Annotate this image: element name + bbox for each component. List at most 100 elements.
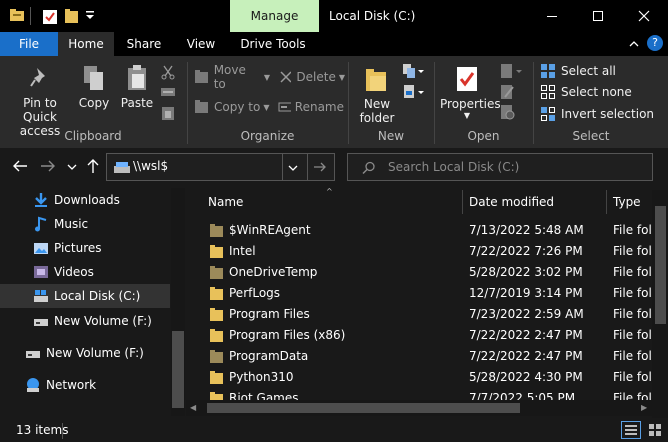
rename-button[interactable]: Rename — [278, 97, 344, 117]
sidebar-item-label: Videos — [54, 265, 94, 279]
table-row[interactable]: OneDriveTemp 5/28/2022 3:02 PM File fol — [200, 262, 651, 283]
help-icon[interactable]: ? — [647, 35, 663, 51]
customize-quick-access-icon[interactable] — [85, 9, 95, 21]
scroll-left-icon[interactable]: ◀ — [190, 403, 196, 412]
new-folder-button[interactable]: New folder — [354, 62, 400, 126]
pin-to-quick-access-button[interactable]: Pin to Quick access — [5, 62, 75, 138]
details-view-button[interactable] — [621, 421, 641, 439]
table-row[interactable]: ProgramData 7/22/2022 2:47 PM File fol — [200, 346, 651, 367]
clipboard-group-label: Clipboard — [64, 129, 122, 143]
table-row[interactable]: Intel 7/22/2022 7:26 PM File fol — [200, 241, 651, 262]
address-bar[interactable]: \\wsl$ — [106, 153, 335, 181]
sidebar-item-new-volume-f[interactable]: New Volume (F:) — [0, 309, 170, 333]
maximize-button[interactable] — [575, 0, 621, 32]
tab-view[interactable]: View — [176, 32, 226, 56]
column-header-type[interactable]: Type — [607, 190, 651, 214]
table-row[interactable]: PerfLogs 12/7/2019 3:14 PM File fol — [200, 283, 651, 304]
close-icon — [638, 10, 650, 22]
sidebar-item-network[interactable]: Network — [0, 373, 170, 397]
recent-locations-button[interactable] — [66, 161, 78, 171]
new-folder-quick-icon[interactable] — [65, 8, 79, 24]
file-type: File fol — [613, 307, 651, 321]
new-item-button[interactable] — [402, 63, 424, 79]
properties-button[interactable]: Properties ▼ — [440, 62, 501, 126]
file-date: 7/22/2022 2:47 PM — [469, 349, 583, 363]
paste-shortcut-icon[interactable] — [160, 105, 176, 121]
address-path: \\wsl$ — [133, 159, 169, 173]
up-button[interactable] — [86, 158, 100, 174]
invert-selection-button[interactable]: Invert selection — [541, 105, 666, 123]
large-icons-view-button[interactable] — [646, 421, 664, 439]
chevron-down-icon: ▼ — [463, 111, 471, 120]
divider — [282, 154, 283, 180]
chevron-down-icon: ▼ — [263, 102, 270, 112]
cut-icon[interactable] — [160, 64, 176, 80]
table-row[interactable]: Program Files (x86) 7/22/2022 2:47 PM File… — [200, 325, 651, 346]
history-icon[interactable] — [500, 104, 516, 120]
open-button[interactable] — [500, 63, 522, 79]
sidebar-item-local-disk-c[interactable]: Local Disk (C:) — [0, 284, 170, 308]
go-arrow-icon[interactable] — [313, 161, 327, 173]
tab-share[interactable]: Share — [119, 32, 169, 56]
sidebar-item-new-volume-f-root[interactable]: New Volume (F:) — [0, 341, 170, 365]
tab-manage-label: Manage — [250, 9, 299, 23]
scroll-right-icon[interactable]: ▶ — [641, 403, 647, 412]
copy-path-icon[interactable] — [160, 85, 176, 99]
sidebar-item-label: Pictures — [54, 241, 102, 255]
tab-file[interactable]: File — [0, 32, 58, 56]
file-date: 7/23/2022 2:59 AM — [469, 307, 584, 321]
paste-button[interactable]: Paste — [118, 62, 156, 126]
file-name: Intel — [229, 244, 256, 258]
copy-button[interactable]: Copy — [78, 62, 110, 126]
sidebar-item-pictures[interactable]: Pictures — [0, 236, 170, 260]
arrow-left-icon — [13, 160, 27, 172]
divider — [62, 423, 63, 439]
drive-icon — [34, 319, 48, 326]
select-none-button[interactable]: Select none — [541, 83, 666, 101]
close-button[interactable] — [621, 0, 667, 32]
file-name: Python310 — [229, 370, 294, 384]
tab-drive-tools[interactable]: Drive Tools — [234, 32, 312, 56]
pin-label-line1: Pin to Quick — [23, 96, 57, 124]
file-date: 7/22/2022 2:47 PM — [469, 328, 583, 342]
file-date: 5/28/2022 4:30 PM — [469, 370, 583, 384]
file-list-scrollbar-thumb[interactable] — [655, 206, 666, 324]
file-date: 12/7/2019 3:14 PM — [469, 286, 583, 300]
tab-manage[interactable]: Manage — [230, 0, 319, 32]
folder-icon — [210, 329, 223, 342]
invert-selection-icon — [541, 106, 555, 121]
chevron-down-icon: ▼ — [338, 72, 345, 82]
column-header-date[interactable]: Date modified — [463, 190, 605, 214]
file-name: ProgramData — [229, 349, 309, 363]
sidebar-item-videos[interactable]: Videos — [0, 260, 170, 284]
sidebar-item-downloads[interactable]: Downloads — [0, 188, 170, 212]
properties-quick-icon[interactable] — [43, 8, 57, 24]
table-row[interactable]: Program Files 7/23/2022 2:59 AM File fol — [200, 304, 651, 325]
select-all-button[interactable]: Select all — [541, 62, 666, 80]
column-header-name[interactable]: Name — [200, 190, 462, 214]
select-group-label: Select — [572, 129, 610, 143]
copy-to-button[interactable]: Copy to ▼ — [194, 97, 270, 117]
chevron-down-icon[interactable] — [287, 163, 299, 173]
forward-button[interactable] — [40, 159, 56, 173]
sidebar-item-label: Music — [54, 217, 89, 231]
table-row[interactable]: $WinREAgent 7/13/2022 5:48 AM File fol — [200, 220, 651, 241]
sidebar-item-music[interactable]: Music — [0, 212, 170, 236]
file-type: File fol — [613, 265, 651, 279]
edit-icon[interactable] — [500, 84, 516, 100]
rename-icon — [278, 102, 291, 112]
sidebar-scrollbar-thumb[interactable] — [172, 331, 184, 408]
search-box[interactable]: Search Local Disk (C:) — [347, 153, 653, 181]
back-button[interactable] — [12, 159, 28, 173]
chevron-down-icon — [67, 164, 77, 170]
minimize-button[interactable] — [529, 0, 575, 32]
collapse-ribbon-icon[interactable] — [628, 38, 640, 50]
file-date: 5/28/2022 3:02 PM — [469, 265, 583, 279]
move-to-button[interactable]: Move to ▼ — [194, 63, 270, 91]
delete-button[interactable]: Delete ▼ — [279, 67, 345, 87]
easy-access-button[interactable] — [402, 84, 424, 100]
table-row[interactable]: Python310 5/28/2022 4:30 PM File fol — [200, 367, 651, 388]
horizontal-scrollbar-thumb[interactable] — [207, 403, 520, 413]
tab-home[interactable]: Home — [58, 32, 114, 56]
copy-label: Copy — [78, 96, 110, 110]
